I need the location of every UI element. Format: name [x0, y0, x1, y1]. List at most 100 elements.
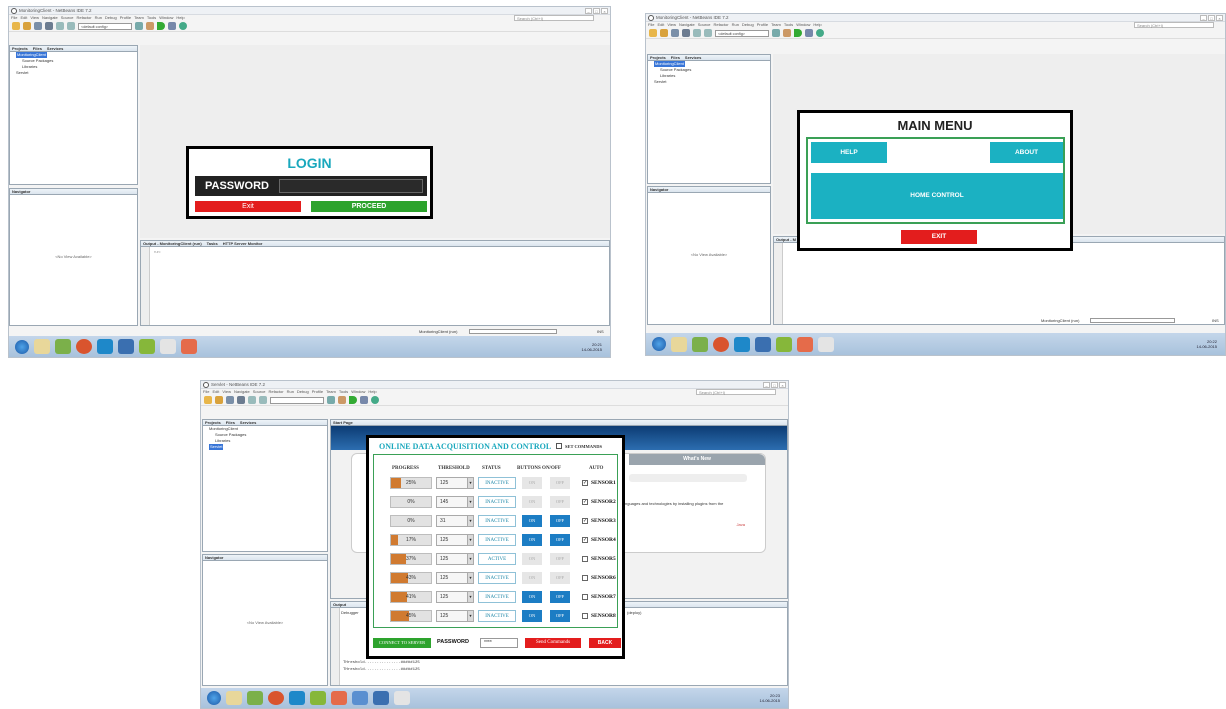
exit-button[interactable]: EXIT	[901, 230, 977, 244]
close-button[interactable]: ×	[779, 382, 786, 388]
menu-run[interactable]: Run	[732, 22, 739, 28]
redo-icon[interactable]	[67, 22, 75, 30]
threshold-select[interactable]: 125 ▾	[436, 534, 474, 546]
java-icon[interactable]	[394, 691, 410, 705]
chrome-icon[interactable]	[713, 336, 729, 352]
threshold-select[interactable]: 125 ▾	[436, 572, 474, 584]
debug-icon[interactable]	[360, 396, 368, 404]
set-commands-checkbox[interactable]	[556, 443, 562, 449]
netbeans-taskbar-icon[interactable]	[247, 691, 263, 705]
threshold-select[interactable]: 125 ▾	[436, 610, 474, 622]
menu-run[interactable]: Run	[287, 389, 294, 395]
tab-start-page[interactable]: Start Page	[333, 420, 353, 425]
paint-icon[interactable]	[181, 339, 197, 354]
dropdown-arrow-icon[interactable]: ▾	[467, 611, 473, 621]
tab-output[interactable]: Output - M	[776, 237, 796, 242]
menu-profile[interactable]: Profile	[120, 15, 131, 21]
dropdown-arrow-icon[interactable]: ▾	[467, 516, 473, 526]
password-input[interactable]	[279, 179, 423, 193]
off-button[interactable]: OFF	[550, 496, 570, 508]
app-icon[interactable]	[776, 336, 792, 352]
threshold-select[interactable]: 125 ▾	[436, 591, 474, 603]
tab-projects[interactable]: Projects	[205, 420, 221, 425]
menu-team[interactable]: Team	[134, 15, 144, 21]
new-file-icon[interactable]	[649, 29, 657, 37]
dropdown-arrow-icon[interactable]: ▾	[467, 497, 473, 507]
tree-item-servlet[interactable]: Servlet	[648, 79, 770, 85]
save-icon[interactable]	[45, 22, 53, 30]
auto-checkbox[interactable]	[582, 613, 588, 619]
on-button[interactable]: ON	[522, 534, 542, 546]
menu-tools[interactable]: Tools	[339, 389, 348, 395]
tab-projects[interactable]: Projects	[650, 55, 666, 60]
menu-view[interactable]: View	[222, 389, 231, 395]
on-button[interactable]: ON	[522, 572, 542, 584]
threshold-select[interactable]: 125 ▾	[436, 553, 474, 565]
folder-icon[interactable]	[226, 691, 242, 705]
password-input[interactable]: ****	[480, 638, 518, 648]
connect-button[interactable]: CONNECT TO SERVER	[373, 638, 431, 648]
threshold-select[interactable]: 145 ▾	[436, 496, 474, 508]
save-icon[interactable]	[682, 29, 690, 37]
menu-source[interactable]: Source	[61, 15, 74, 21]
menu-window[interactable]: Window	[351, 389, 365, 395]
tab-tasks[interactable]: Tasks	[207, 241, 218, 246]
help-button[interactable]: HELP	[811, 142, 887, 163]
open-icon[interactable]	[671, 29, 679, 37]
menu-debug[interactable]: Debug	[105, 15, 117, 21]
tab-navigator[interactable]: Navigator	[650, 187, 668, 192]
menu-debug[interactable]: Debug	[297, 389, 309, 395]
config-select[interactable]	[270, 396, 324, 404]
on-button[interactable]: ON	[522, 553, 542, 565]
start-button-icon[interactable]	[15, 339, 29, 354]
chrome-icon[interactable]	[76, 339, 92, 354]
run-icon[interactable]	[157, 22, 165, 30]
off-button[interactable]: OFF	[550, 610, 570, 622]
new-project-icon[interactable]	[23, 22, 31, 30]
hammer-icon[interactable]	[327, 396, 335, 404]
new-project-icon[interactable]	[660, 29, 668, 37]
threshold-select[interactable]: 125 ▾	[436, 477, 474, 489]
tab-debugger[interactable]: Debugger	[341, 610, 359, 615]
tab-files[interactable]: Files	[33, 46, 42, 51]
menu-help[interactable]: Help	[176, 15, 184, 21]
about-button[interactable]: ABOUT	[990, 142, 1063, 163]
auto-checkbox[interactable]: ✓	[582, 537, 588, 543]
tab-navigator[interactable]: Navigator	[12, 189, 30, 194]
menu-navigate[interactable]: Navigate	[42, 15, 58, 21]
off-button[interactable]: OFF	[550, 477, 570, 489]
window-icon[interactable]	[352, 691, 368, 705]
menu-refactor[interactable]: Refactor	[76, 15, 91, 21]
folder-icon[interactable]	[671, 336, 687, 352]
skype-icon[interactable]	[734, 336, 750, 352]
on-button[interactable]: ON	[522, 610, 542, 622]
off-button[interactable]: OFF	[550, 572, 570, 584]
menu-help[interactable]: Help	[368, 389, 376, 395]
virtualbox-icon[interactable]	[373, 691, 389, 705]
tab-services[interactable]: Services	[47, 46, 63, 51]
menu-refactor[interactable]: Refactor	[268, 389, 283, 395]
off-button[interactable]: OFF	[550, 591, 570, 603]
app-icon[interactable]	[139, 339, 155, 354]
tab-navigator[interactable]: Navigator	[205, 555, 223, 560]
menu-tools[interactable]: Tools	[784, 22, 793, 28]
redo-icon[interactable]	[704, 29, 712, 37]
menu-source[interactable]: Source	[253, 389, 266, 395]
home-control-button[interactable]: HOME CONTROL	[811, 173, 1063, 219]
proceed-button[interactable]: PROCEED	[311, 201, 427, 212]
start-button-icon[interactable]	[207, 691, 221, 705]
config-select[interactable]: <default config>	[715, 29, 769, 37]
on-button[interactable]: ON	[522, 591, 542, 603]
search-input[interactable]: Search (Ctrl+I)	[514, 15, 594, 21]
back-button[interactable]: BACK	[589, 638, 621, 648]
menu-edit[interactable]: Edit	[20, 15, 27, 21]
auto-checkbox[interactable]	[582, 556, 588, 562]
tab-files[interactable]: Files	[226, 420, 235, 425]
chrome-icon[interactable]	[268, 691, 284, 705]
tab-projects[interactable]: Projects	[12, 46, 28, 51]
tab-services[interactable]: Services	[685, 55, 701, 60]
on-button[interactable]: ON	[522, 477, 542, 489]
threshold-select[interactable]: 31 ▾	[436, 515, 474, 527]
undo-icon[interactable]	[693, 29, 701, 37]
menu-profile[interactable]: Profile	[757, 22, 768, 28]
